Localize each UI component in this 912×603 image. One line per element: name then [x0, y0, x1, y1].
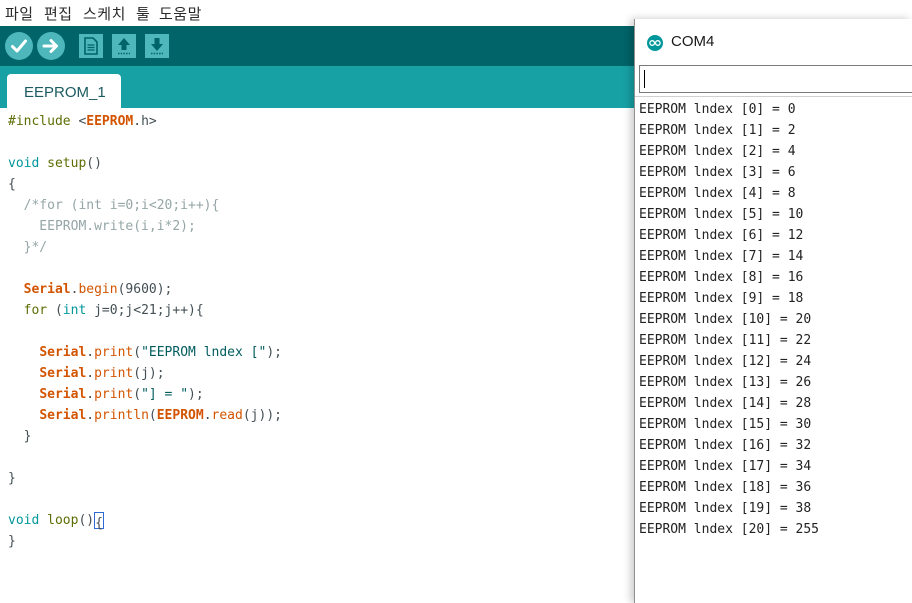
serial-output-line: EEPROM lndex [7] = 14 [639, 249, 804, 264]
serial-output-line: EEPROM lndex [12] = 24 [639, 354, 812, 369]
code-token-print: print [94, 345, 134, 360]
upload-button[interactable] [37, 32, 65, 60]
text-cursor [644, 70, 645, 88]
tab-eeprom-1[interactable]: EEPROM_1 [7, 74, 121, 108]
arrow-up-icon [118, 38, 130, 55]
code-line: for (int j=0;j<21;j++){ [23, 303, 204, 318]
code-token-println: println [94, 408, 149, 423]
serial-monitor-titlebar[interactable]: COM4 [635, 19, 912, 63]
code-token-serial: Serial [39, 387, 87, 402]
code-line: Serial.println(EEPROM.read(j)); [39, 408, 282, 423]
menu-sketch[interactable]: 스케치 [83, 3, 126, 24]
code-comment-line: EEPROM.write(i,i*2); [8, 219, 196, 234]
menu-edit[interactable]: 편집 [44, 3, 73, 24]
code-comment-line: }*/ [8, 240, 48, 255]
code-line: Serial.print("EEPROM lndex ["); [39, 345, 282, 360]
code-token-void: void [8, 513, 40, 528]
upload-icon [42, 39, 58, 53]
code-token-serial: Serial [23, 282, 71, 297]
serial-output-line: EEPROM lndex [11] = 22 [639, 333, 812, 348]
code-line: } [8, 534, 16, 549]
serial-send-input[interactable] [639, 65, 912, 93]
menu-tools[interactable]: 툴 [136, 3, 150, 24]
serial-output-line: EEPROM lndex [15] = 30 [639, 417, 812, 432]
serial-output-line: EEPROM lndex [3] = 6 [639, 165, 796, 180]
code-token-string: "] = " [141, 387, 189, 402]
arrow-down-icon [151, 38, 163, 55]
code-token-void: void [8, 156, 40, 171]
verify-icon [11, 39, 27, 53]
serial-output-line: EEPROM lndex [16] = 32 [639, 438, 812, 453]
code-line: } [8, 429, 32, 444]
code-token-eeprom: EEPROM [86, 114, 134, 129]
code-token-print: print [94, 366, 134, 381]
code-token-serial: Serial [39, 366, 87, 381]
code-token-eeprom: EEPROM [156, 408, 204, 423]
code-token-setup: setup [47, 156, 87, 171]
code-line: { [8, 177, 16, 192]
serial-output-line: EEPROM lndex [17] = 34 [639, 459, 812, 474]
serial-output-line: EEPROM lndex [2] = 4 [639, 144, 796, 159]
code-token-serial: Serial [39, 345, 87, 360]
serial-output-line: EEPROM lndex [8] = 16 [639, 270, 804, 285]
code-line: void loop(){ [8, 512, 104, 531]
save-button[interactable] [145, 34, 169, 58]
code-token-include: #include [8, 114, 71, 129]
serial-output-line: EEPROM lndex [10] = 20 [639, 312, 812, 327]
serial-output-line: EEPROM lndex [5] = 10 [639, 207, 804, 222]
serial-output-line: EEPROM lndex [1] = 2 [639, 123, 796, 138]
serial-output-line: EEPROM lndex [9] = 18 [639, 291, 804, 306]
code-line: Serial.print(j); [39, 366, 165, 381]
bracket-match-highlight: { [94, 512, 104, 531]
code-line: } [8, 471, 16, 486]
code-line: #include <EEPROM.h> [8, 114, 157, 129]
code-token-for: for [23, 303, 48, 318]
serial-output-line: EEPROM lndex [13] = 26 [639, 375, 812, 390]
serial-output-line: EEPROM lndex [19] = 38 [639, 501, 812, 516]
serial-output-line: EEPROM lndex [4] = 8 [639, 186, 796, 201]
divider [635, 96, 912, 97]
tab-label: EEPROM_1 [24, 84, 106, 101]
serial-output-area[interactable]: EEPROM lndex [0] = 0 EEPROM lndex [1] = 2… [635, 99, 912, 603]
code-token-int: int [62, 303, 87, 318]
new-button[interactable] [79, 34, 103, 58]
serial-output-line: EEPROM lndex [6] = 12 [639, 228, 804, 243]
serial-output-line: EEPROM lndex [18] = 36 [639, 480, 812, 495]
code-token-read: read [211, 408, 243, 423]
code-comment-line: /*for (int i=0;i<20;i++){ [8, 198, 220, 213]
serial-output-line: EEPROM lndex [20] = 255 [639, 522, 820, 537]
code-line: Serial.begin(9600); [23, 282, 173, 297]
code-line: Serial.print("] = "); [39, 387, 204, 402]
code-token-begin: begin [78, 282, 118, 297]
menu-file[interactable]: 파일 [5, 3, 34, 24]
serial-port-title: COM4 [671, 33, 715, 50]
arduino-logo-icon [647, 35, 663, 51]
code-token-string: "EEPROM lndex [" [141, 345, 267, 360]
verify-button[interactable] [5, 32, 33, 60]
new-file-icon [84, 37, 98, 55]
code-token-serial: Serial [39, 408, 87, 423]
code-token-print: print [94, 387, 134, 402]
serial-output-line: EEPROM lndex [14] = 28 [639, 396, 812, 411]
code-line: void setup() [8, 156, 102, 171]
open-button[interactable] [112, 34, 136, 58]
serial-monitor-window: COM4 EEPROM lndex [0] = 0 EEPROM lndex [1… [634, 19, 912, 603]
menu-help[interactable]: 도움말 [159, 3, 202, 24]
serial-output-line: EEPROM lndex [0] = 0 [639, 102, 796, 117]
code-token-loop: loop [47, 513, 79, 528]
